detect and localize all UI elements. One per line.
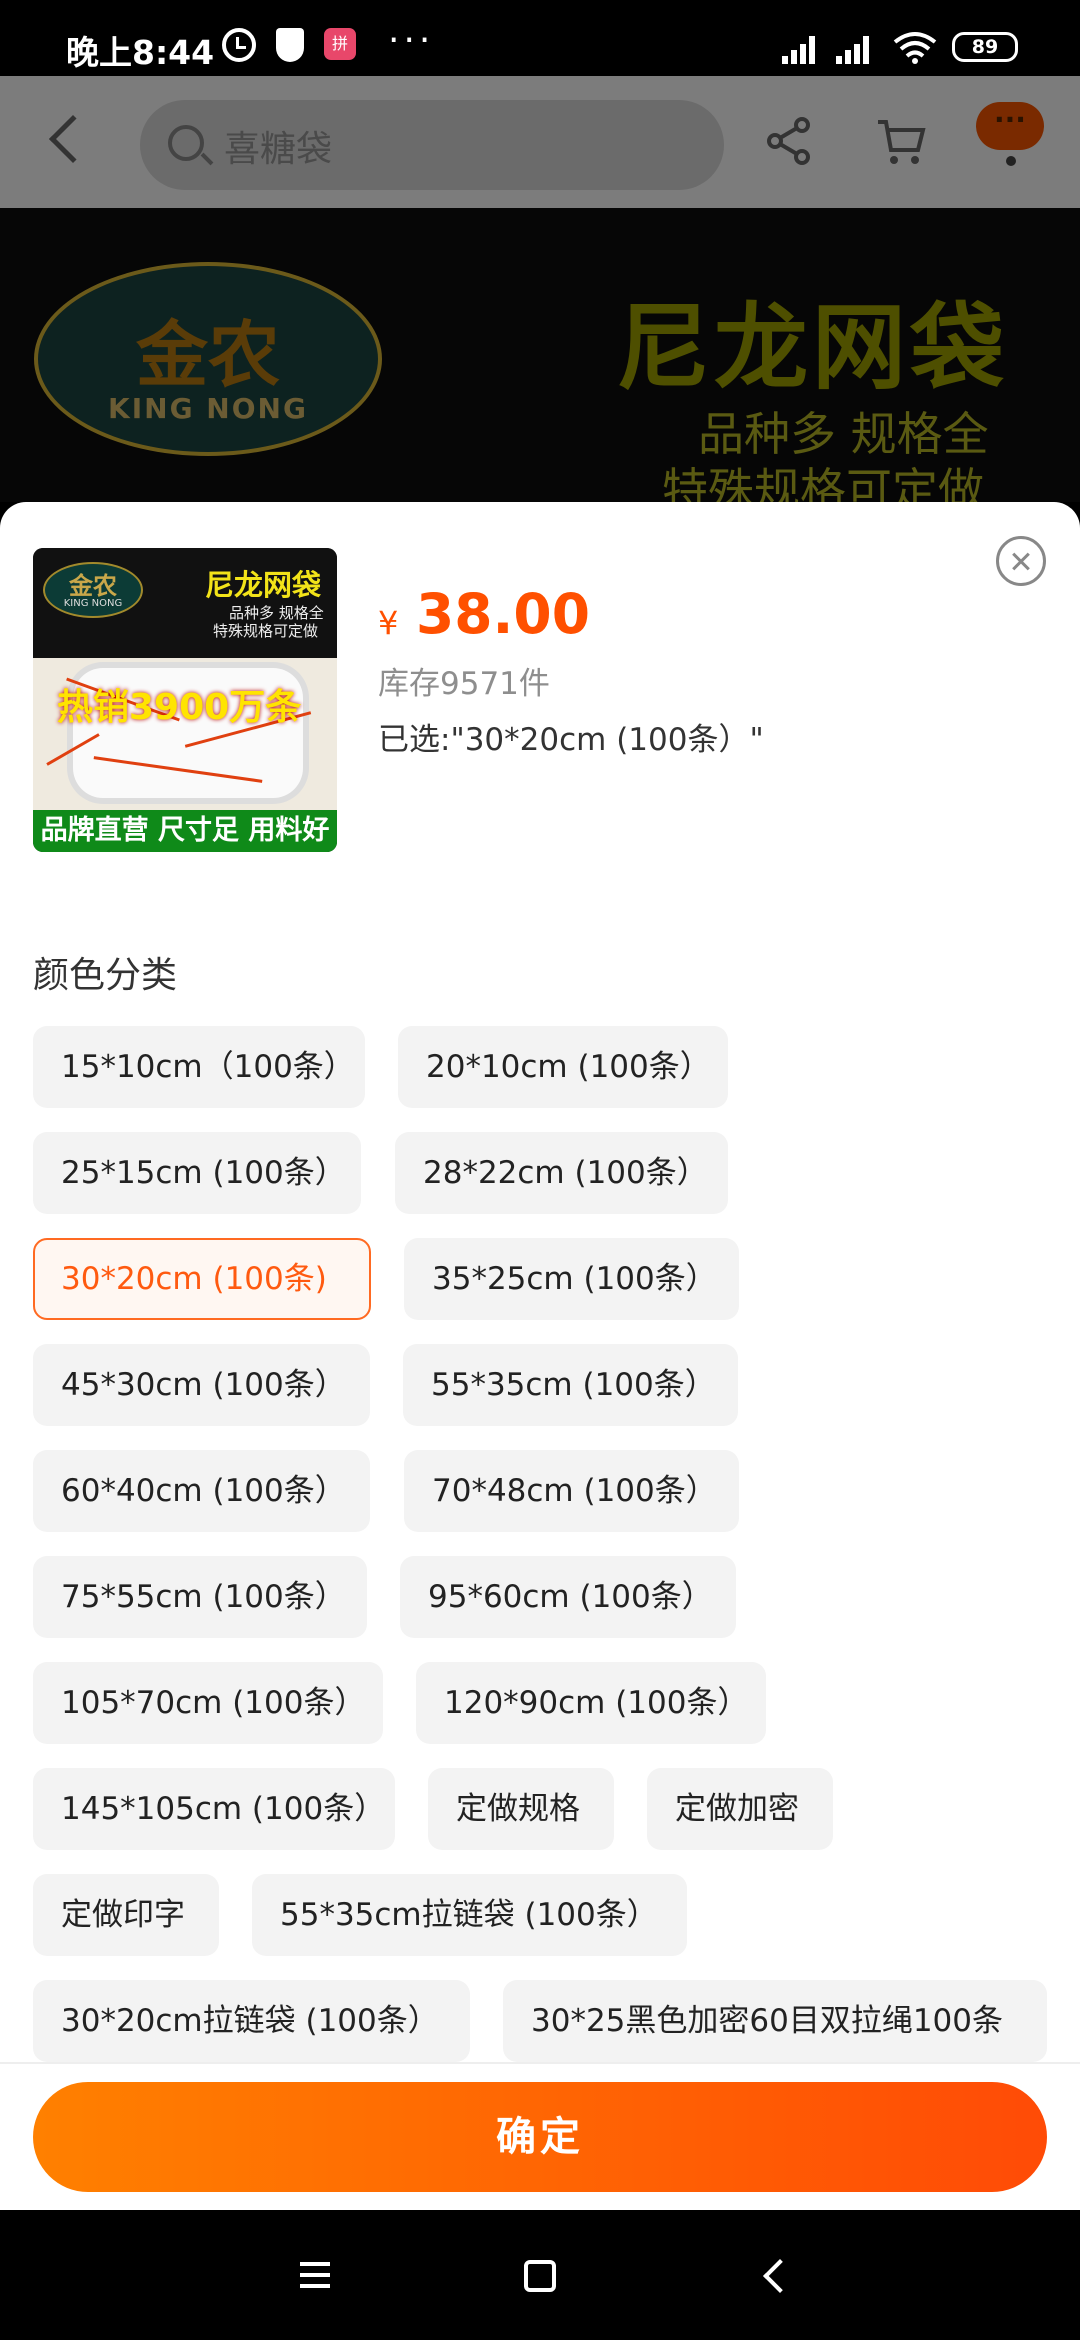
status-time: 晚上8:44 bbox=[66, 33, 215, 72]
option-chip[interactable]: 25*15cm (100条） bbox=[33, 1132, 361, 1214]
option-chip[interactable]: 60*40cm (100条） bbox=[33, 1450, 370, 1532]
menu-icon[interactable] bbox=[300, 2262, 330, 2288]
option-chip[interactable]: 定做规格 bbox=[428, 1768, 614, 1850]
option-chip[interactable]: 20*10cm (100条） bbox=[398, 1026, 728, 1108]
thumbnail-title: 尼龙网袋 bbox=[205, 568, 322, 602]
option-chip[interactable]: 105*70cm (100条） bbox=[33, 1662, 383, 1744]
option-chip[interactable]: 15*10cm（100条） bbox=[33, 1026, 365, 1108]
back-icon[interactable] bbox=[763, 2259, 797, 2293]
selected-spec: 已选:"30*20cm (100条）" bbox=[378, 722, 764, 758]
alarm-icon bbox=[222, 28, 256, 62]
close-icon[interactable] bbox=[996, 536, 1046, 586]
confirm-bar: 确定 bbox=[0, 2062, 1080, 2210]
option-chip[interactable]: 30*25黑色加密60目双拉绳100条 bbox=[503, 1980, 1047, 2062]
home-icon[interactable] bbox=[524, 2260, 556, 2292]
price: 38.00 bbox=[416, 582, 590, 646]
brand-logo-cn: 金农 bbox=[135, 312, 280, 397]
thumbnail-subtitle-2: 特殊规格可定做 bbox=[213, 622, 319, 640]
stock-count: 库存9571件 bbox=[378, 666, 550, 702]
brand-logo-en: KING NONG bbox=[108, 392, 308, 425]
share-icon[interactable] bbox=[766, 116, 812, 166]
option-chip[interactable]: 75*55cm (100条） bbox=[33, 1556, 367, 1638]
status-bar: 晚上8:44 拼 ··· 89 bbox=[0, 0, 1080, 76]
option-chip[interactable]: 35*25cm (100条） bbox=[404, 1238, 739, 1320]
option-chip[interactable]: 145*105cm (100条） bbox=[33, 1768, 395, 1850]
system-nav-bar bbox=[0, 2210, 1080, 2340]
option-chip[interactable]: 30*20cm拉链袋 (100条） bbox=[33, 1980, 470, 2062]
thumbnail-header: 金农 KING NONG 尼龙网袋 品种多 规格全 特殊规格可定做 bbox=[33, 548, 337, 658]
thumbnail-hot-sales: 热销3900万条 bbox=[57, 687, 302, 728]
top-nav-bar: 喜糖袋 ··· bbox=[0, 76, 1080, 208]
product-banner: 金农 KING NONG 尼龙网袋 品种多 规格全 特殊规格可定做 bbox=[0, 208, 1080, 502]
more-menu-button[interactable]: ··· bbox=[976, 102, 1044, 150]
search-icon bbox=[168, 125, 204, 161]
back-icon[interactable] bbox=[48, 114, 98, 164]
product-page-background: 喜糖袋 ··· 金农 KING NONG 尼龙网袋 品种多 规格全 特殊规格可定… bbox=[0, 76, 1080, 502]
battery-icon: 89 bbox=[952, 32, 1018, 62]
currency-symbol: ¥ bbox=[378, 604, 399, 642]
option-chip[interactable]: 28*22cm (100条） bbox=[395, 1132, 728, 1214]
option-chip[interactable]: 55*35cm (100条） bbox=[403, 1344, 738, 1426]
option-chip[interactable]: 70*48cm (100条） bbox=[404, 1450, 739, 1532]
product-thumbnail[interactable]: 金农 KING NONG 尼龙网袋 品种多 规格全 特殊规格可定做 热销3900… bbox=[33, 548, 337, 852]
cart-icon[interactable] bbox=[876, 118, 926, 166]
sku-selector-sheet: 金农 KING NONG 尼龙网袋 品种多 规格全 特殊规格可定做 热销3900… bbox=[0, 502, 1080, 2210]
option-chip[interactable]: 定做加密 bbox=[647, 1768, 833, 1850]
banner-title: 尼龙网袋 bbox=[616, 294, 1009, 403]
signal-icon bbox=[836, 30, 876, 64]
option-chip[interactable]: 55*35cm拉链袋 (100条） bbox=[252, 1874, 687, 1956]
brand-logo: 金农 KING NONG bbox=[34, 262, 382, 456]
confirm-button[interactable]: 确定 bbox=[33, 2082, 1047, 2192]
app-notification-icon: 拼 bbox=[324, 28, 356, 60]
option-chip[interactable]: 120*90cm (100条） bbox=[416, 1662, 766, 1744]
option-chip-selected[interactable]: 30*20cm (100条) bbox=[33, 1238, 371, 1320]
thumbnail-logo-en: KING NONG bbox=[63, 598, 123, 609]
signal-icon bbox=[782, 30, 822, 64]
thumbnail-logo: 金农 KING NONG bbox=[43, 562, 143, 618]
thumbnail-logo-cn: 金农 bbox=[69, 572, 117, 600]
thumbnail-footer: 品牌直营 尺寸足 用料好 bbox=[33, 810, 337, 852]
banner-line2: 特殊规格可定做 bbox=[662, 463, 984, 502]
option-chip[interactable]: 45*30cm (100条） bbox=[33, 1344, 370, 1426]
search-placeholder: 喜糖袋 bbox=[224, 129, 333, 170]
option-chip[interactable]: 95*60cm (100条） bbox=[400, 1556, 736, 1638]
wifi-icon bbox=[893, 32, 937, 64]
shield-icon bbox=[276, 28, 304, 62]
section-title: 颜色分类 bbox=[33, 955, 178, 996]
option-chip[interactable]: 定做印字 bbox=[33, 1874, 219, 1956]
more-notifications-icon: ··· bbox=[388, 20, 435, 61]
notification-dot bbox=[1006, 156, 1016, 166]
search-input[interactable]: 喜糖袋 bbox=[140, 100, 724, 190]
